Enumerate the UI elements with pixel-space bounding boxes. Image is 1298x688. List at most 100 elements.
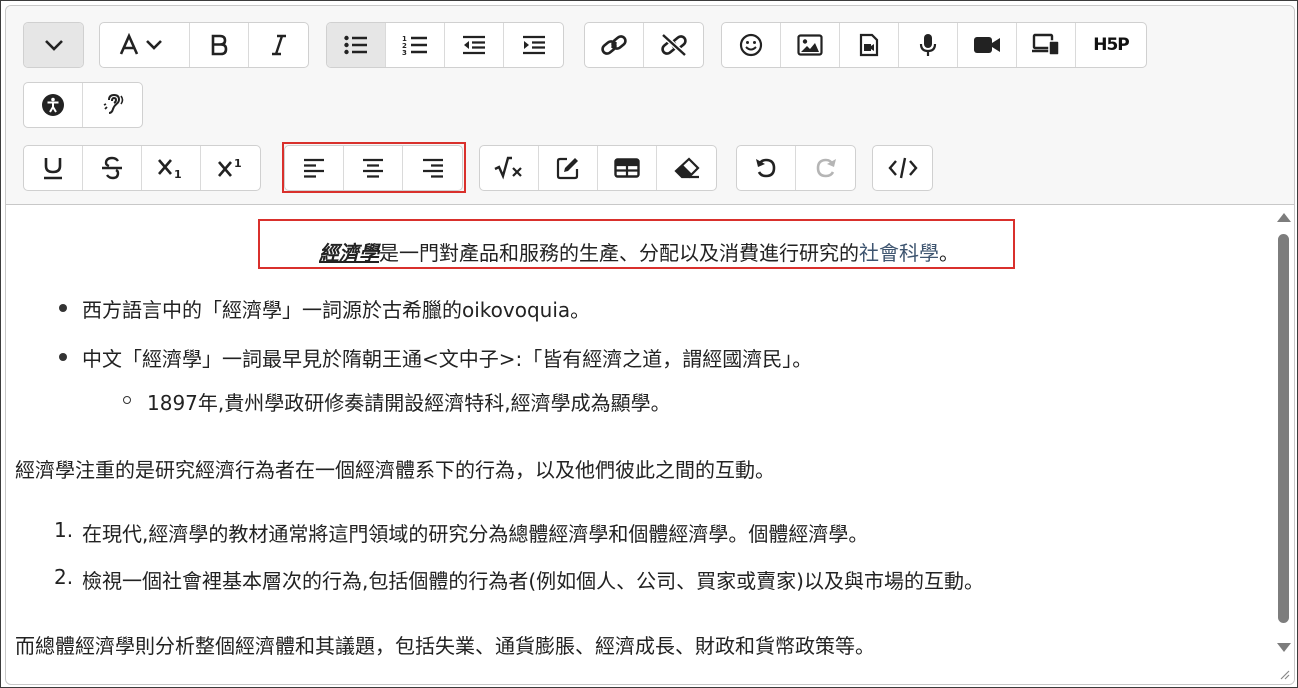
subscript-button[interactable]: 1 <box>142 146 201 190</box>
video-camera-icon <box>974 37 1000 53</box>
chevron-down-icon <box>44 40 63 51</box>
toolbar-group-history <box>736 145 856 191</box>
bullet-marker <box>59 304 67 312</box>
table-button[interactable] <box>598 146 657 190</box>
outdent-icon <box>463 35 485 55</box>
indent-button[interactable] <box>504 23 563 67</box>
content-title-paragraph: 經濟學是一門對產品和服務的生產、分配以及消費進行研究的社會科學。 <box>6 237 1272 266</box>
media-file-icon <box>859 33 879 57</box>
equation-icon <box>494 156 522 180</box>
accessibility-checker-button[interactable] <box>24 83 83 127</box>
paragraph: 經濟學注重的是研究經濟行為者在一個經濟體系下的行為，以及他們彼此之間的互動。 <box>15 458 775 482</box>
screen-record-button[interactable] <box>1017 23 1076 67</box>
vertical-scrollbar[interactable] <box>1272 205 1294 684</box>
font-color-icon <box>119 33 162 55</box>
align-center-icon <box>363 158 383 178</box>
hearing-icon <box>103 93 123 114</box>
indent-icon <box>522 35 545 55</box>
emoji-button[interactable] <box>722 23 781 67</box>
toolbar-group-code <box>872 145 933 191</box>
clear-formatting-button[interactable] <box>657 146 716 190</box>
align-center-button[interactable] <box>344 146 403 190</box>
h5p-button[interactable]: H5P <box>1076 23 1146 67</box>
subscript-icon: 1 <box>158 159 182 180</box>
toolbar-group-accessibility <box>23 82 143 128</box>
redo-icon <box>816 158 836 178</box>
italic-icon <box>271 34 286 56</box>
bullet-marker <box>59 353 67 361</box>
scroll-up-arrow-icon[interactable] <box>1277 213 1291 222</box>
align-left-button[interactable] <box>285 146 344 190</box>
unlink-button[interactable] <box>644 23 703 67</box>
editor-content[interactable]: 經濟學是一門對產品和服務的生產、分配以及消費進行研究的社會科學。 西方語言中的「… <box>6 205 1272 684</box>
title-period: 。 <box>939 241 959 265</box>
edit-icon <box>556 157 579 180</box>
unlink-icon <box>660 33 687 57</box>
toolbar-group-lists: 123 <box>326 22 564 68</box>
svg-text:3: 3 <box>402 49 407 56</box>
social-science-link[interactable]: 社會科學 <box>859 241 939 265</box>
link-button[interactable] <box>585 23 644 67</box>
toolbar-group-objects <box>479 145 717 191</box>
underline-button[interactable] <box>24 146 83 190</box>
equation-button[interactable] <box>480 146 539 190</box>
italic-button[interactable] <box>249 23 308 67</box>
editor-toolbar: 123 H5P 1 1 <box>6 6 1294 205</box>
eraser-icon <box>673 157 700 179</box>
title-text: 是一門對產品和服務的生產、分配以及消費進行研究的 <box>379 241 859 265</box>
image-icon <box>797 34 823 56</box>
strikethrough-icon <box>102 156 122 180</box>
html-button[interactable] <box>873 146 932 190</box>
screenreader-helper-button[interactable] <box>83 83 142 127</box>
numbered-list-button[interactable]: 123 <box>386 23 445 67</box>
bullet-list-button[interactable] <box>327 23 386 67</box>
record-audio-button[interactable] <box>899 23 958 67</box>
link-icon <box>601 35 627 55</box>
outdent-button[interactable] <box>445 23 504 67</box>
scroll-down-arrow-icon[interactable] <box>1277 643 1291 652</box>
svg-text:1: 1 <box>174 168 182 180</box>
record-video-button[interactable] <box>958 23 1017 67</box>
bold-icon <box>211 34 228 56</box>
paragraph: 而總體經濟學則分析整個經濟體和其議題，包括失業、通貨膨脹、經濟成長、財政和貨幣政… <box>15 634 875 658</box>
accessibility-icon <box>42 94 64 116</box>
strikethrough-button[interactable] <box>83 146 142 190</box>
resize-handle-icon[interactable] <box>1278 668 1290 680</box>
align-right-icon <box>422 158 443 178</box>
sub-bullet-marker <box>123 396 131 404</box>
toolbar-group-text-style: 1 1 <box>23 145 261 191</box>
font-color-button[interactable] <box>100 23 190 67</box>
toolbar-group-alignment <box>284 145 463 191</box>
collapse-toggle-button[interactable] <box>24 23 83 67</box>
special-character-button[interactable] <box>539 146 598 190</box>
list-item: 西方語言中的「經濟學」一詞源於古希臘的oikovoquia。 <box>82 298 591 322</box>
rich-text-editor: 123 H5P 1 1 經濟學是一門對產品和服務的生產、分配以及消費進行研究的社… <box>5 5 1295 685</box>
h5p-icon: H5P <box>1093 35 1130 55</box>
svg-text:1: 1 <box>234 157 242 170</box>
redo-button[interactable] <box>796 146 855 190</box>
numbered-list-icon: 123 <box>402 35 427 56</box>
title-term: 經濟學 <box>319 241 379 265</box>
underline-icon <box>44 158 62 180</box>
code-icon <box>887 157 918 179</box>
superscript-icon: 1 <box>217 157 242 177</box>
emoji-icon <box>739 33 763 57</box>
editor-frame: 123 H5P 1 1 經濟學是一門對產品和服務的生產、分配以及消費進行研究的社… <box>0 0 1298 688</box>
align-left-icon <box>304 158 324 178</box>
image-button[interactable] <box>781 23 840 67</box>
align-right-button[interactable] <box>403 146 462 190</box>
superscript-button[interactable]: 1 <box>201 146 260 190</box>
table-icon <box>614 158 640 178</box>
numbered-list-item: 檢視一個社會裡基本層次的行為,包括個體的行為者(例如個人、公司、買家或賣家)以及… <box>82 569 984 593</box>
toolbar-group-collapse <box>23 22 84 68</box>
toolbar-group-links <box>584 22 704 68</box>
undo-icon <box>756 158 776 178</box>
bold-button[interactable] <box>190 23 249 67</box>
toolbar-group-insert: H5P <box>721 22 1147 68</box>
undo-button[interactable] <box>737 146 796 190</box>
bullet-list-icon <box>344 35 367 55</box>
numbered-item-number: 2. <box>54 565 74 589</box>
list-item: 中文「經濟學」一詞最早見於隋朝王通<文中子>:「皆有經濟之道，謂經國濟民」。 <box>82 347 813 371</box>
scrollbar-thumb[interactable] <box>1278 234 1289 623</box>
media-button[interactable] <box>840 23 899 67</box>
